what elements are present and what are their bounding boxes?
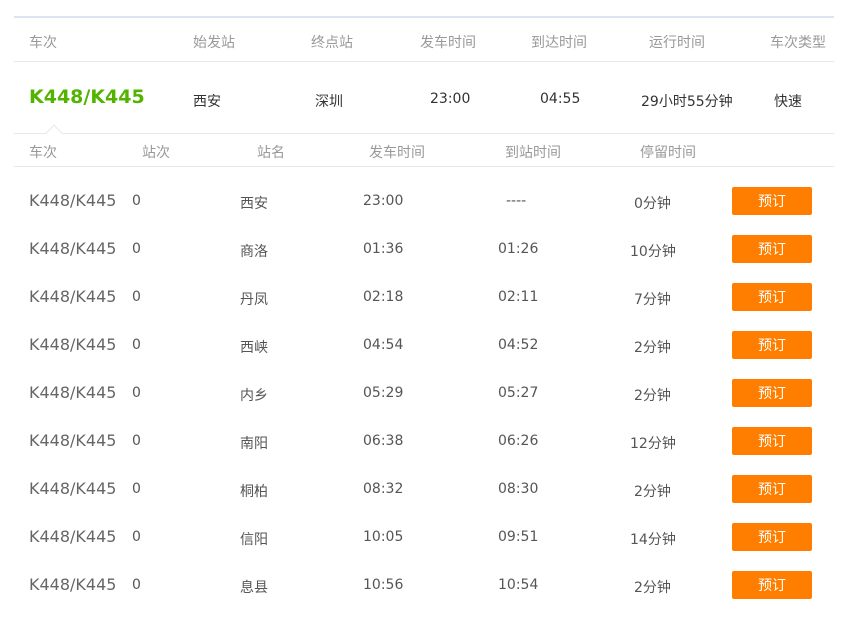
book-button[interactable]: 预订 <box>732 427 812 455</box>
stop-depart: 08:32 <box>363 481 404 497</box>
summary-train-no[interactable]: K448/K445 <box>29 86 145 108</box>
table-row: K448/K445 0 西峡 04:54 04:52 2分钟 预订 <box>14 321 834 369</box>
header-destination: 终点站 <box>311 35 353 51</box>
detail-header-seq: 站次 <box>142 145 170 161</box>
summary-header-row: 车次 始发站 终点站 发车时间 到达时间 运行时间 车次类型 <box>14 18 834 62</box>
table-row: K448/K445 0 内乡 05:29 05:27 2分钟 预订 <box>14 369 834 417</box>
detail-header-stay: 停留时间 <box>640 145 696 161</box>
table-row: K448/K445 0 南阳 06:38 06:26 12分钟 预订 <box>14 417 834 465</box>
stop-train-no: K448/K445 <box>29 383 117 402</box>
summary-arrive-time: 04:55 <box>540 91 581 107</box>
stop-stay: 2分钟 <box>634 388 671 404</box>
summary-duration: 29小时55分钟 <box>641 94 733 110</box>
stop-seq: 0 <box>132 193 141 209</box>
stop-arrive: 08:30 <box>498 481 539 497</box>
stop-stay: 0分钟 <box>634 196 671 212</box>
stop-depart: 02:18 <box>363 289 404 305</box>
table-row: K448/K445 0 西安 23:00 ---- 0分钟 预订 <box>14 177 834 225</box>
stop-seq: 0 <box>132 289 141 305</box>
stop-depart: 10:56 <box>363 577 404 593</box>
stop-seq: 0 <box>132 385 141 401</box>
table-row: K448/K445 0 商洛 01:36 01:26 10分钟 预订 <box>14 225 834 273</box>
summary-row[interactable]: K448/K445 西安 深圳 23:00 04:55 29小时55分钟 快速 <box>14 62 834 142</box>
book-button[interactable]: 预订 <box>732 571 812 599</box>
stop-station: 信阳 <box>240 532 268 548</box>
detail-header-depart: 发车时间 <box>369 145 425 161</box>
header-train-no: 车次 <box>29 35 57 51</box>
summary-train-type: 快速 <box>774 94 802 110</box>
stop-station: 桐柏 <box>240 484 268 500</box>
stop-station: 内乡 <box>240 388 268 404</box>
stop-seq: 0 <box>132 529 141 545</box>
stop-train-no: K448/K445 <box>29 527 117 546</box>
summary-destination: 深圳 <box>315 94 343 110</box>
header-train-type: 车次类型 <box>770 35 826 51</box>
book-button[interactable]: 预订 <box>732 475 812 503</box>
stop-depart: 10:05 <box>363 529 404 545</box>
stop-depart: 06:38 <box>363 433 404 449</box>
stop-stay: 2分钟 <box>634 484 671 500</box>
stop-arrive: ---- <box>506 193 527 209</box>
stop-train-no: K448/K445 <box>29 191 117 210</box>
detail-header-station: 站名 <box>257 145 285 161</box>
stop-station: 西安 <box>240 196 268 212</box>
stop-arrive: 09:51 <box>498 529 539 545</box>
stop-stay: 2分钟 <box>634 340 671 356</box>
stop-station: 西峡 <box>240 340 268 356</box>
book-button[interactable]: 预订 <box>732 331 812 359</box>
stop-arrive: 01:26 <box>498 241 539 257</box>
stop-arrive: 06:26 <box>498 433 539 449</box>
table-row: K448/K445 0 信阳 10:05 09:51 14分钟 预订 <box>14 513 834 561</box>
header-duration: 运行时间 <box>649 35 705 51</box>
stop-station: 商洛 <box>240 244 268 260</box>
summary-origin: 西安 <box>193 94 221 110</box>
summary-depart-time: 23:00 <box>430 91 471 107</box>
stop-arrive: 05:27 <box>498 385 539 401</box>
stop-train-no: K448/K445 <box>29 335 117 354</box>
book-button[interactable]: 预订 <box>732 379 812 407</box>
table-row: K448/K445 0 丹凤 02:18 02:11 7分钟 预订 <box>14 273 834 321</box>
table-row: K448/K445 0 桐柏 08:32 08:30 2分钟 预订 <box>14 465 834 513</box>
train-schedule-panel: 车次 始发站 终点站 发车时间 到达时间 运行时间 车次类型 K448/K445… <box>14 16 834 609</box>
stop-train-no: K448/K445 <box>29 479 117 498</box>
stop-depart: 05:29 <box>363 385 404 401</box>
detail-header-row: 车次 站次 站名 发车时间 到站时间 停留时间 <box>14 134 834 167</box>
stop-stay: 10分钟 <box>630 244 676 260</box>
stop-stay: 2分钟 <box>634 580 671 596</box>
header-depart-time: 发车时间 <box>420 35 476 51</box>
stop-train-no: K448/K445 <box>29 575 117 594</box>
stop-stay: 14分钟 <box>630 532 676 548</box>
stop-stay: 12分钟 <box>630 436 676 452</box>
header-arrive-time: 到达时间 <box>531 35 587 51</box>
book-button[interactable]: 预订 <box>732 283 812 311</box>
detail-header-train-no: 车次 <box>29 145 57 161</box>
stop-depart: 01:36 <box>363 241 404 257</box>
stop-depart: 23:00 <box>363 193 404 209</box>
stop-arrive: 04:52 <box>498 337 539 353</box>
stop-stay: 7分钟 <box>634 292 671 308</box>
stop-list: K448/K445 0 西安 23:00 ---- 0分钟 预订 K448/K4… <box>14 177 834 609</box>
stop-seq: 0 <box>132 241 141 257</box>
stop-seq: 0 <box>132 481 141 497</box>
stop-station: 丹凤 <box>240 292 268 308</box>
stop-train-no: K448/K445 <box>29 431 117 450</box>
stop-train-no: K448/K445 <box>29 287 117 306</box>
stop-arrive: 10:54 <box>498 577 539 593</box>
stop-seq: 0 <box>132 337 141 353</box>
table-row: K448/K445 0 息县 10:56 10:54 2分钟 预订 <box>14 561 834 609</box>
stop-seq: 0 <box>132 577 141 593</box>
detail-header-arrive: 到站时间 <box>505 145 561 161</box>
book-button[interactable]: 预订 <box>732 187 812 215</box>
stop-depart: 04:54 <box>363 337 404 353</box>
stop-station: 息县 <box>240 580 268 596</box>
stop-station: 南阳 <box>240 436 268 452</box>
stop-train-no: K448/K445 <box>29 239 117 258</box>
book-button[interactable]: 预订 <box>732 523 812 551</box>
stop-seq: 0 <box>132 433 141 449</box>
header-origin: 始发站 <box>193 35 235 51</box>
book-button[interactable]: 预订 <box>732 235 812 263</box>
stop-arrive: 02:11 <box>498 289 539 305</box>
